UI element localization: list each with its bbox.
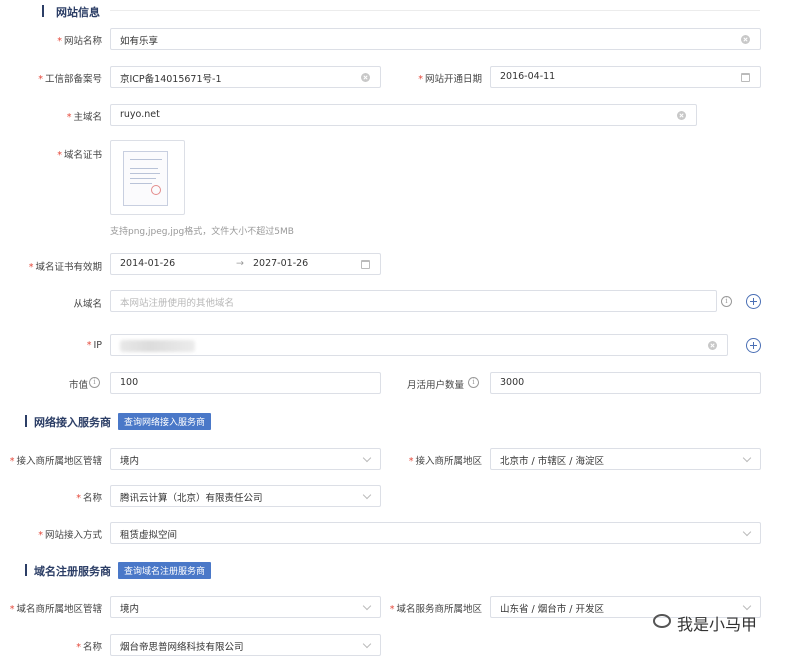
- info-icon[interactable]: i: [89, 377, 100, 388]
- certificate-image: [123, 151, 168, 206]
- chevron-down-icon: [362, 601, 372, 611]
- access-method-label: * 网站接入方式: [38, 530, 102, 541]
- registrar-name-select[interactable]: 烟台帝思普网络科技有限公司: [110, 634, 381, 656]
- range-arrow: →: [236, 258, 244, 269]
- registrar-region-admin-select[interactable]: 境内: [110, 596, 381, 618]
- cert-validity-range-picker[interactable]: 2014-01-26 → 2027-01-26: [110, 253, 381, 275]
- calendar-icon: [361, 260, 370, 269]
- add-ip-icon[interactable]: [746, 338, 761, 353]
- market-value-input[interactable]: 100: [110, 372, 381, 394]
- clear-icon[interactable]: [708, 341, 717, 350]
- open-date-label: * 网站开通日期: [418, 74, 482, 85]
- query-network-provider-button[interactable]: 查询网络接入服务商: [118, 413, 212, 430]
- registrar-name-label: * 名称: [76, 642, 102, 653]
- clear-icon[interactable]: [361, 73, 370, 82]
- info-icon[interactable]: i: [721, 296, 732, 307]
- clear-icon[interactable]: [677, 111, 686, 120]
- monthly-active-input[interactable]: 3000: [490, 372, 761, 394]
- access-name-label: * 名称: [76, 493, 102, 504]
- chevron-down-icon: [362, 453, 372, 463]
- registrar-region-label: * 域名服务商所属地区: [389, 604, 482, 615]
- main-domain-input[interactable]: ruyo.net: [110, 104, 697, 126]
- info-icon[interactable]: i: [468, 377, 479, 388]
- chevron-down-icon: [742, 453, 752, 463]
- chevron-down-icon: [742, 527, 752, 537]
- section-marker: [25, 415, 27, 427]
- domain-cert-label: * 域名证书: [57, 150, 102, 161]
- access-region-admin-select[interactable]: 境内: [110, 448, 381, 470]
- main-domain-label: * 主域名: [66, 112, 102, 123]
- calendar-icon: [741, 73, 750, 82]
- divider: [110, 10, 760, 11]
- icp-number-input[interactable]: 京ICP备14015671号-1: [110, 66, 381, 88]
- cert-thumbnail[interactable]: [110, 140, 185, 215]
- add-sub-domain-icon[interactable]: [746, 294, 761, 309]
- ip-label: * IP: [86, 340, 102, 351]
- sub-domain-input[interactable]: 本网站注册使用的其他域名: [110, 290, 717, 312]
- ip-input[interactable]: [110, 334, 728, 356]
- site-name-label: * 网站名称: [57, 36, 102, 47]
- redacted-ip: [120, 340, 195, 352]
- cert-validity-label: * 域名证书有效期: [28, 262, 102, 273]
- query-domain-registrar-button[interactable]: 查询域名注册服务商: [118, 562, 212, 579]
- access-name-select[interactable]: 腾讯云计算（北京）有限责任公司: [110, 485, 381, 507]
- access-region-label: * 接入商所属地区: [408, 456, 482, 467]
- market-value-label: 市值: [68, 380, 88, 391]
- icp-number-label: * 工信部备案号: [38, 74, 102, 85]
- access-method-select[interactable]: 租赁虚拟空间: [110, 522, 761, 544]
- section-title-website-info: 网站信息: [56, 6, 100, 19]
- watermark: 我是小马甲: [677, 615, 758, 634]
- clear-icon[interactable]: [741, 35, 750, 44]
- section-title-network-provider: 网络接入服务商: [34, 416, 111, 429]
- sub-domain-label: 从域名: [73, 299, 102, 310]
- chevron-down-icon: [742, 601, 752, 611]
- access-region-cascader[interactable]: 北京市 / 市辖区 / 海淀区: [490, 448, 761, 470]
- access-region-admin-label: * 接入商所属地区管辖: [9, 456, 102, 467]
- section-marker: [42, 5, 44, 17]
- upload-hint: 支持png,jpeg,jpg格式，文件大小不超过5MB: [110, 227, 294, 237]
- wechat-logo-icon: [653, 614, 671, 628]
- section-title-domain-registrar: 域名注册服务商: [34, 565, 111, 578]
- monthly-active-label: 月活用户数量: [406, 380, 464, 391]
- chevron-down-icon: [362, 490, 372, 500]
- open-date-picker[interactable]: 2016-04-11: [490, 66, 761, 88]
- chevron-down-icon: [362, 639, 372, 649]
- section-marker: [25, 564, 27, 576]
- registrar-region-admin-label: * 域名商所属地区管辖: [9, 604, 102, 615]
- site-name-input[interactable]: 如有乐享: [110, 28, 761, 50]
